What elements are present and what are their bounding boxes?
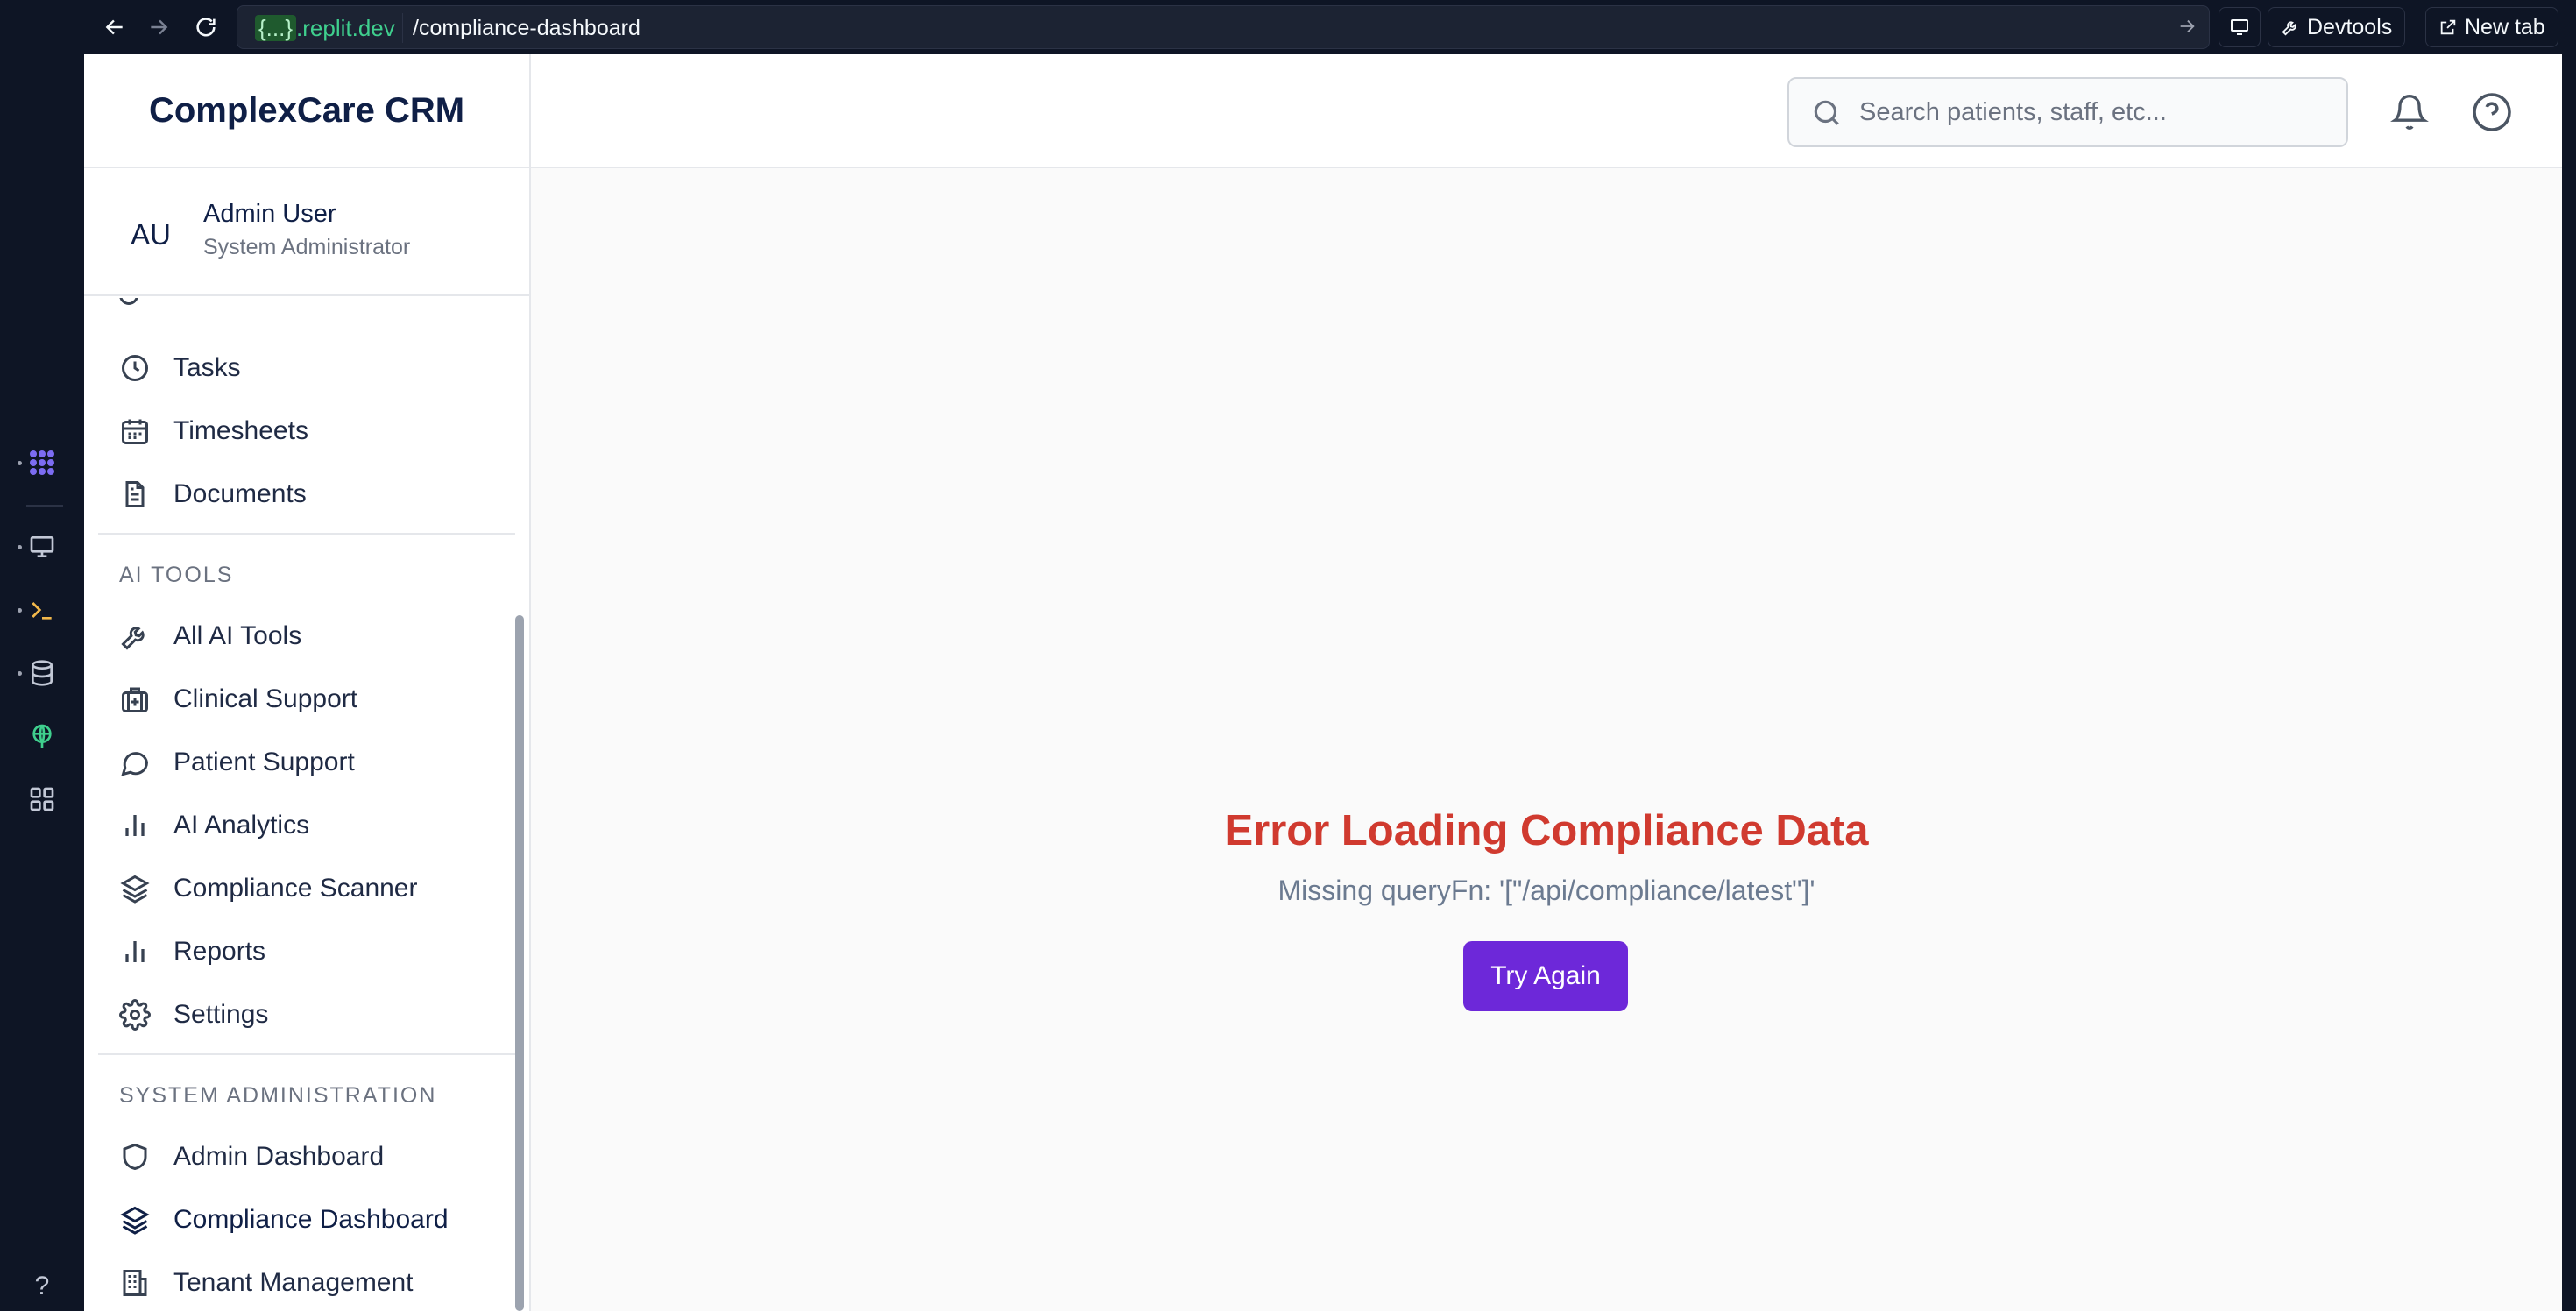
layers-icon [117, 1202, 152, 1237]
sidebar-item-label: Admin Dashboard [173, 1142, 385, 1171]
shield-icon [117, 1139, 152, 1174]
gear-icon [117, 997, 152, 1032]
monitor-icon[interactable] [19, 524, 65, 570]
user-profile[interactable]: AU Admin User System Administrator [84, 168, 529, 296]
error-message: Missing queryFn: '["/api/compliance/late… [1277, 875, 1815, 906]
deploy-globe-icon[interactable] [19, 713, 65, 759]
sidebar-item-compliance-scanner[interactable]: Compliance Scanner [117, 862, 503, 915]
sidebar-item-admin-dashboard[interactable]: Admin Dashboard [117, 1130, 503, 1183]
document-icon [117, 477, 152, 512]
user-name: Admin User [203, 200, 336, 228]
external-link-icon [2440, 19, 2456, 35]
bar-chart-icon [117, 934, 152, 969]
sidebar-item-label: Settings [173, 1000, 269, 1029]
sidebar-item-reports[interactable]: Reports [117, 925, 503, 978]
search-box[interactable] [1787, 77, 2348, 147]
sidebar-item-tenant-management[interactable]: Tenant Management [117, 1257, 503, 1309]
app-webview: ComplexCare CRM AU Admin User System Adm… [84, 54, 2562, 1311]
forward-arrow-icon[interactable] [138, 7, 179, 47]
sidebar-item-label: Tasks [173, 353, 241, 382]
go-arrow-icon[interactable] [2177, 17, 2197, 40]
chat-bubble-icon [117, 745, 152, 780]
wrench-small-icon [2282, 21, 2296, 36]
layers-icon [117, 871, 152, 906]
wrench-icon [117, 619, 152, 654]
search-icon [1810, 96, 1844, 134]
new-tab-label: New tab [2465, 14, 2545, 39]
back-arrow-icon[interactable] [95, 7, 135, 47]
sidebar-item-label: Documents [173, 479, 307, 508]
sidebar-item-label: Compliance Dashboard [173, 1205, 449, 1234]
url-path: /compliance-dashboard [413, 16, 640, 40]
url-host: {...} .replit.dev [248, 13, 403, 43]
main-content: Error Loading Compliance Data Missing qu… [531, 168, 2562, 1311]
brand-title[interactable]: ComplexCare CRM [84, 54, 529, 168]
sidebar: ComplexCare CRM AU Admin User System Adm… [84, 54, 531, 1311]
workspace-rail: ? [0, 0, 84, 1311]
help-circle-icon[interactable] [2469, 89, 2515, 135]
sidebar-item-clinical-support[interactable]: Clinical Support [117, 673, 503, 726]
url-bar[interactable]: {...} .replit.dev /compliance-dashboard [237, 5, 2210, 49]
search-input[interactable] [1859, 79, 2332, 145]
clock-icon [117, 351, 152, 386]
user-role: System Administrator [203, 235, 411, 259]
sidebar-divider [98, 1053, 515, 1055]
screen-toggle-button[interactable] [2219, 7, 2261, 47]
sidebar-item-label: Patient Support [173, 748, 355, 776]
sidebar-scrollbar[interactable] [515, 615, 524, 1311]
sidebar-item-label: Timesheets [173, 416, 308, 445]
sidebar-item-ai-analytics[interactable]: AI Analytics [117, 799, 503, 852]
new-tab-button[interactable]: New tab [2425, 7, 2558, 47]
sidebar-item-label: Clinical Support [173, 684, 358, 713]
calendar-icon [117, 414, 152, 449]
monitor-small-icon [2231, 19, 2248, 35]
section-title-ai-tools: AI TOOLS [119, 563, 234, 587]
sidebar-item-compliance-dashboard[interactable]: Compliance Dashboard [117, 1194, 503, 1246]
devtools-label: Devtools [2307, 14, 2393, 39]
replit-agent-icon[interactable] [19, 440, 65, 485]
medical-bag-icon [117, 682, 152, 717]
sidebar-item-settings[interactable]: Settings [117, 989, 503, 1041]
terminal-icon[interactable] [19, 587, 65, 633]
help-icon[interactable]: ? [19, 1264, 65, 1309]
error-title: Error Loading Compliance Data [1224, 807, 1869, 854]
section-title-system-administration: SYSTEM ADMINISTRATION [119, 1083, 437, 1108]
avatar: AU [131, 218, 171, 251]
window-edge [2562, 0, 2576, 1311]
sidebar-item-label: Reports [173, 937, 266, 966]
browser-toolbar: {...} .replit.dev /compliance-dashboard D… [84, 0, 2562, 54]
apps-grid-icon[interactable] [19, 776, 65, 822]
sidebar-item-all-ai-tools[interactable]: All AI Tools [117, 610, 503, 663]
notification-bell-icon[interactable] [2387, 89, 2432, 135]
building-icon [117, 1265, 152, 1300]
rail-divider [26, 505, 63, 507]
sidebar-item-patient-support[interactable]: Patient Support [117, 736, 503, 789]
sidebar-item-label: AI Analytics [173, 811, 310, 840]
sidebar-item-timesheets[interactable]: Timesheets [117, 405, 503, 457]
sidebar-item-tasks[interactable]: Tasks [117, 342, 503, 394]
sidebar-item-label: Compliance Scanner [173, 874, 418, 903]
reload-icon[interactable] [186, 7, 226, 47]
clipped-nav-item [119, 298, 487, 305]
devtools-button[interactable]: Devtools [2268, 7, 2406, 47]
try-again-button[interactable]: Try Again [1463, 941, 1628, 1011]
bar-chart-icon [117, 808, 152, 843]
sidebar-item-label: Tenant Management [173, 1268, 414, 1297]
sidebar-item-documents[interactable]: Documents [117, 468, 503, 521]
sidebar-divider [98, 533, 515, 535]
database-icon[interactable] [19, 650, 65, 696]
sidebar-item-label: All AI Tools [173, 621, 302, 650]
top-header [531, 54, 2562, 168]
